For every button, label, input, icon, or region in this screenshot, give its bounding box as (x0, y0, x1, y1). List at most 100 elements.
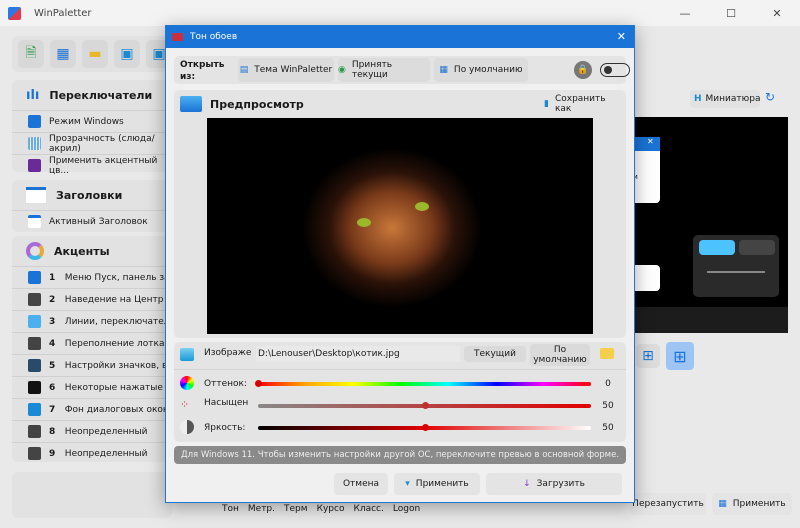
new-from-file-icon[interactable]: 🗎 (18, 40, 44, 68)
list-item[interactable]: Активный Заголовок (12, 210, 172, 232)
main-titlebar: WinPaletter — ☐ ✕ (0, 0, 800, 26)
accent-icon (28, 403, 41, 416)
cancel-button[interactable]: Отмена (334, 473, 388, 495)
list-item[interactable]: 5 Настройки значков, выделе (12, 354, 172, 376)
app-title: WinPaletter (34, 7, 92, 19)
open-current-button[interactable]: ◉ Принять текущи (338, 58, 430, 82)
close-button[interactable]: ✕ (754, 0, 800, 26)
accent-icon (28, 425, 41, 438)
accent-number: 5 (49, 360, 56, 371)
monitor-icon (180, 96, 202, 112)
bottom-tab[interactable]: Класс. (353, 504, 383, 514)
open-theme-button[interactable]: ▤ Тема WinPaletter (238, 58, 334, 82)
hue-icon (180, 376, 194, 390)
list-item[interactable]: 3 Линии, переключатели и кн (12, 310, 172, 332)
windows10-preview-button[interactable]: ⊞ (636, 344, 660, 368)
main-apply-button[interactable]: ▦ Применить (712, 493, 792, 515)
brightness-value[interactable]: 50 (596, 420, 620, 436)
bottom-tab[interactable]: Метр. (248, 504, 275, 514)
current-icon: ◉ (338, 65, 346, 75)
accent-ring-icon (26, 242, 44, 260)
accent-number: 9 (49, 448, 56, 459)
hue-label: Оттенок: (204, 379, 247, 389)
new-icon[interactable]: ▦ (50, 40, 76, 68)
minimize-button[interactable]: — (662, 0, 708, 26)
current-button[interactable]: Текущий (464, 346, 526, 362)
accent-icon (28, 359, 41, 372)
saturation-value[interactable]: 50 (596, 398, 620, 414)
list-item[interactable]: 1 Меню Пуск, панель задач и (12, 266, 172, 288)
default-icon: ▦ (439, 65, 448, 75)
accent-label: Неопределенный (64, 448, 148, 459)
image-label: Изображе (204, 348, 252, 358)
brightness-icon (180, 420, 194, 434)
dialog-titlebar: Тон обоев ✕ (166, 26, 634, 48)
accent-number: 2 (49, 294, 56, 305)
list-item[interactable]: 2 Наведение на Центр действи (12, 288, 172, 310)
list-item[interactable]: Применить акцентный цв... (12, 154, 172, 176)
accent-icon (28, 337, 41, 350)
saturation-icon: ⁘ (180, 398, 190, 411)
lock-toggle[interactable] (600, 63, 630, 77)
open-default-button[interactable]: ▦ По умолчанию (434, 58, 528, 82)
dialog-close-button[interactable]: ✕ (617, 30, 626, 43)
lock-icon[interactable]: 🔒 (574, 61, 592, 79)
list-item[interactable]: Прозрачность (слюда/акрил) (12, 132, 172, 154)
windows-icon (28, 115, 41, 128)
browse-folder-icon[interactable] (600, 348, 614, 359)
hue-slider[interactable] (258, 382, 591, 386)
accent-icon (28, 447, 41, 460)
bottom-tab[interactable]: Курсо (317, 504, 345, 514)
accent-label: Фон диалоговых окон UWP (64, 404, 172, 415)
list-item[interactable]: 6 Некоторые нажатые кнопки (12, 376, 172, 398)
accent-number: 7 (49, 404, 56, 415)
hue-value[interactable]: 0 (596, 376, 620, 392)
toggles-icon: ılı (26, 87, 40, 103)
accent-number: 6 (49, 382, 56, 393)
open-from-label: Открыть из: (180, 60, 225, 82)
saturation-label: Насыщен (204, 398, 249, 408)
bottom-tab[interactable]: Logon (393, 504, 420, 514)
save-as-button[interactable]: ▮ Сохранить как (544, 94, 624, 114)
save-icon[interactable]: ▣ (114, 40, 140, 68)
open-folder-icon[interactable]: ▬ (82, 40, 108, 68)
hue-slider-thumb[interactable] (255, 380, 262, 387)
accent-number: 4 (49, 338, 56, 349)
wallpaper-tone-dialog: Тон обоев ✕ Открыть из: ▤ Тема WinPalette… (165, 25, 635, 503)
transparency-icon (28, 137, 41, 150)
brightness-label: Яркость: (204, 423, 246, 433)
window-icon (28, 215, 41, 228)
open-from-bar: Открыть из: ▤ Тема WinPaletter ◉ Принять т… (174, 56, 630, 84)
list-item[interactable]: 7 Фон диалоговых окон UWP (12, 398, 172, 420)
thumbnail-button[interactable]: H Миниатюра (690, 90, 760, 108)
os-note: Для Windows 11. Чтобы изменить настройки… (174, 446, 626, 464)
bottom-tab[interactable]: Терм (284, 504, 308, 514)
accents-section: Акценты 1Меню Пуск, панель задач и2Навед… (12, 236, 172, 462)
accent-label: Переполнение лотка панели (64, 338, 172, 349)
empty-panel (12, 472, 172, 518)
list-item[interactable]: 4 Переполнение лотка панели (12, 332, 172, 354)
windows11-preview-button[interactable]: ⊞ (666, 342, 694, 370)
list-item[interactable]: 8 Неопределенный (12, 420, 172, 442)
wallpaper-preview-image (207, 118, 593, 334)
apply-button[interactable]: ▾ Применить (394, 473, 480, 495)
brightness-slider-thumb[interactable] (421, 424, 429, 431)
accent-label: Меню Пуск, панель задач и (64, 272, 172, 283)
default-button[interactable]: По умолчанию (530, 344, 590, 366)
list-item[interactable]: Режим Windows (12, 110, 172, 132)
image-icon (180, 348, 194, 361)
bottom-tab[interactable]: Тон (222, 504, 239, 514)
load-button[interactable]: ↓ Загрузить (486, 473, 622, 495)
maximize-button[interactable]: ☐ (708, 0, 754, 26)
app-logo-icon (8, 7, 21, 20)
saturation-slider-thumb[interactable] (421, 402, 429, 409)
paint-bucket-icon: ▾ (405, 479, 410, 489)
restart-button[interactable]: Перезапустить (630, 493, 706, 515)
accent-label: Настройки значков, выделе (64, 360, 172, 371)
accent-icon (28, 315, 41, 328)
list-item[interactable]: 9 Неопределенный (12, 442, 172, 464)
os-preview: ✕ки (625, 117, 788, 333)
accent-icon (28, 271, 41, 284)
image-path-field[interactable]: D:\Lenouser\Desktop\котик.jpg (256, 346, 460, 362)
refresh-icon[interactable]: ↻ (765, 90, 775, 104)
